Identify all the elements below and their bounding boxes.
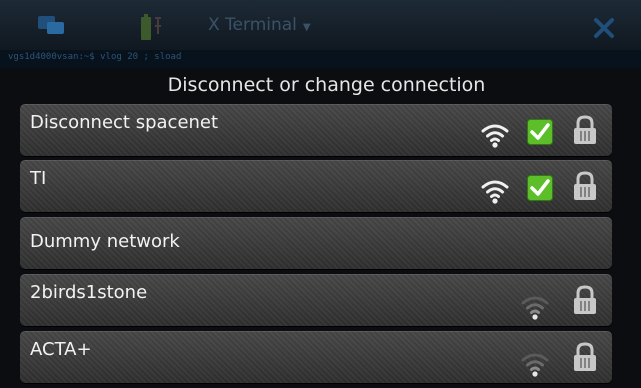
terminal-command-line: vgs1d4000vsan:~$ vlog 20 ; sload: [8, 52, 182, 62]
wifi-weak-icon: [521, 353, 549, 377]
connection-name: TI: [30, 168, 47, 189]
battery-icon: [141, 14, 161, 40]
connection-row[interactable]: 2birds1stone: [20, 274, 612, 326]
terminal-app-icon: [38, 16, 64, 34]
terminal-window-title: X Terminal ▼: [208, 15, 311, 35]
connection-row[interactable]: TI: [20, 160, 612, 212]
terminal-header-background: [0, 0, 641, 50]
connection-name: ACTA+: [30, 339, 92, 360]
lock-icon: [574, 115, 596, 144]
connection-name: Dummy network: [30, 231, 180, 252]
chevron-down-icon: ▼: [302, 22, 311, 33]
lock-icon: [574, 171, 596, 200]
dialog-title: Disconnect or change connection: [167, 74, 486, 96]
connection-name: Disconnect spacenet: [30, 112, 219, 133]
connection-row[interactable]: ACTA+: [20, 331, 612, 383]
connection-row[interactable]: Disconnect spacenet: [20, 104, 612, 156]
close-icon: [594, 18, 614, 38]
wifi-weak-icon: [521, 296, 549, 320]
checkbox-checked-icon: [527, 175, 553, 201]
lock-icon: [574, 342, 596, 371]
wifi-strong-icon: [481, 180, 509, 204]
checkbox-checked-icon: [527, 119, 553, 145]
connection-row[interactable]: Dummy network: [20, 217, 612, 269]
connection-name: 2birds1stone: [30, 282, 148, 303]
lock-icon: [574, 285, 596, 314]
wifi-strong-icon: [481, 124, 509, 148]
